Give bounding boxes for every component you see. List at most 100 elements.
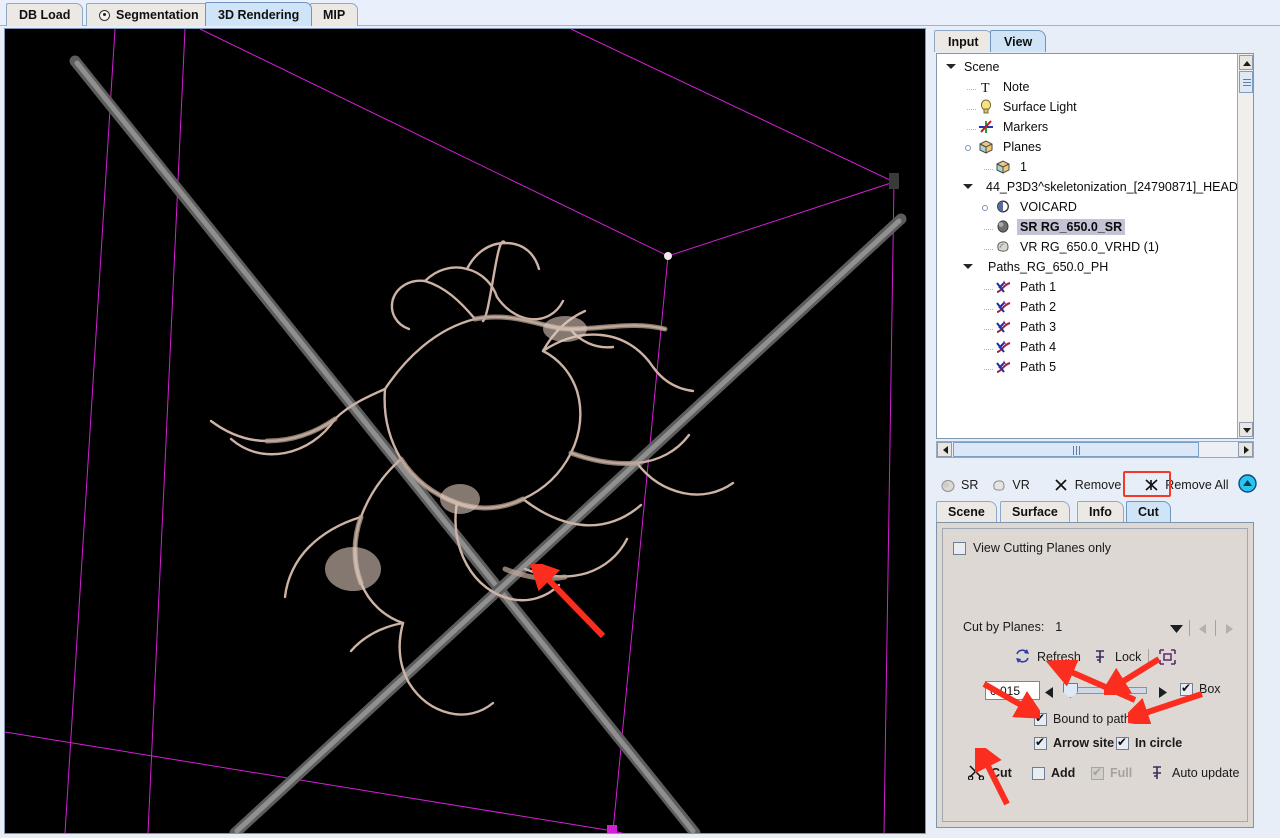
refresh-label: Refresh — [1037, 649, 1081, 664]
bound-to-path-checkbox[interactable]: Bound to path — [1034, 710, 1131, 726]
tree-item[interactable]: Path 1 — [937, 277, 1237, 297]
vr-label: VR — [1012, 478, 1030, 492]
tree-item[interactable]: SR RG_650.0_SR — [937, 217, 1237, 237]
auto-update-button[interactable]: Auto update — [1150, 765, 1239, 780]
tree-item[interactable]: Markers — [937, 117, 1237, 137]
checkbox-box — [953, 541, 966, 555]
tree-item-label: 44_P3D3^skeletonization_[24790871]_HEAD_… — [986, 180, 1237, 194]
path-icon — [995, 299, 1012, 315]
cut-button[interactable]: Cut — [967, 765, 1012, 781]
tab-label: Input — [948, 34, 979, 49]
path-icon — [995, 339, 1012, 355]
tree-line — [979, 219, 993, 235]
tab-info[interactable]: Info — [1077, 501, 1124, 522]
tree-horizontal-scrollbar[interactable] — [936, 441, 1254, 458]
tree-handle-icon[interactable] — [962, 139, 973, 155]
object-action-toolbar: SR VR Remove Remove All — [936, 472, 1257, 498]
checkbox-box — [1116, 734, 1129, 750]
corner-marker — [889, 173, 899, 189]
tree-item[interactable]: VR RG_650.0_VRHD (1) — [937, 237, 1237, 257]
pin-lock-icon — [1093, 649, 1109, 664]
cut-panel-inner: View Cutting Planes only Cut by Planes: … — [942, 528, 1248, 822]
tab-3d-rendering[interactable]: 3D Rendering — [205, 2, 313, 26]
tab-segmentation[interactable]: Segmentation — [86, 3, 212, 26]
tree-item[interactable]: 1 — [937, 157, 1237, 177]
volume-icon — [995, 239, 1012, 255]
triangle-right-icon — [1244, 446, 1249, 454]
cut-by-planes-value[interactable]: 1 — [1055, 620, 1062, 634]
tree-line — [979, 279, 993, 295]
expander-triangle-icon[interactable] — [962, 259, 973, 275]
checkbox-box — [1091, 764, 1104, 780]
expander-triangle-icon[interactable] — [945, 59, 956, 75]
tree-item[interactable]: Scene — [937, 57, 1237, 77]
tree-handle-icon[interactable] — [979, 199, 990, 215]
tab-scene[interactable]: Scene — [936, 501, 997, 522]
tree-item[interactable]: Path 5 — [937, 357, 1237, 377]
cube-icon — [995, 159, 1012, 175]
scroll-left-button[interactable] — [937, 442, 952, 457]
tab-mip[interactable]: MIP — [310, 3, 359, 26]
tab-surface[interactable]: Surface — [1000, 501, 1070, 522]
prev-plane-button[interactable] — [1199, 624, 1207, 634]
tab-cut[interactable]: Cut — [1126, 501, 1171, 522]
scroll-down-button[interactable] — [1239, 422, 1253, 437]
tree-item-label: Path 2 — [1020, 300, 1057, 314]
tree-item[interactable]: VOICARD — [937, 197, 1237, 217]
fit-selection-button[interactable] — [1159, 649, 1176, 665]
3d-scene[interactable] — [5, 29, 925, 833]
thickness-input[interactable]: 0.015 — [985, 681, 1040, 700]
tree-vertical-scrollbar[interactable] — [1237, 54, 1253, 438]
tree-item[interactable]: Planes — [937, 137, 1237, 157]
remove-all-button[interactable]: Remove All — [1140, 476, 1232, 495]
refresh-button[interactable]: Refresh — [1015, 649, 1081, 664]
tree-line — [979, 159, 993, 175]
next-plane-button[interactable] — [1225, 624, 1233, 634]
tab-input[interactable]: Input — [934, 30, 993, 52]
box-checkbox[interactable]: Box — [1180, 680, 1221, 696]
scene-tree[interactable]: Scene T Note Surface Light Markers Planes 1 44_… — [936, 53, 1254, 439]
tab-label: DB Load — [19, 8, 71, 22]
slider-thumb[interactable] — [1063, 683, 1078, 698]
plane-handle-bottom — [607, 825, 617, 833]
cut-by-planes-label: Cut by Planes: — [963, 620, 1045, 634]
tab-view[interactable]: View — [990, 30, 1047, 52]
tree-item-label: 1 — [1020, 160, 1027, 174]
triangle-down-icon — [1243, 428, 1251, 433]
scroll-thumb-horizontal[interactable] — [953, 442, 1199, 457]
tree-item[interactable]: Path 2 — [937, 297, 1237, 317]
tree-item[interactable]: Surface Light — [937, 97, 1237, 117]
close-all-x-icon — [1144, 478, 1160, 493]
slider-decrement-button[interactable] — [1045, 685, 1054, 698]
markers-icon — [978, 119, 995, 135]
tree-item[interactable]: T Note — [937, 77, 1237, 97]
tab-db-load[interactable]: DB Load — [6, 3, 84, 26]
scroll-thumb[interactable] — [1239, 71, 1253, 93]
add-checkbox[interactable]: Add — [1032, 766, 1075, 780]
tree-item[interactable]: Path 3 — [937, 317, 1237, 337]
slider-increment-button[interactable] — [1158, 685, 1167, 698]
thickness-slider[interactable] — [1045, 681, 1167, 700]
tree-item[interactable]: 44_P3D3^skeletonization_[24790871]_HEAD_… — [937, 177, 1237, 197]
sr-button[interactable]: SR — [936, 476, 982, 495]
scroll-right-button[interactable] — [1238, 442, 1253, 457]
3d-render-viewport[interactable] — [4, 28, 926, 834]
view-cutting-planes-only-checkbox[interactable]: View Cutting Planes only — [953, 541, 1111, 555]
tab-label: Segmentation — [116, 8, 199, 22]
expander-triangle-icon[interactable] — [962, 179, 973, 195]
remove-button[interactable]: Remove — [1050, 476, 1126, 495]
lock-button[interactable]: Lock — [1093, 649, 1141, 664]
tree-item[interactable]: Paths_RG_650.0_PH — [937, 257, 1237, 277]
arrow-site-checkbox[interactable]: Arrow site — [1034, 734, 1114, 750]
scroll-up-button[interactable] — [1239, 55, 1253, 70]
tree-item[interactable]: Path 4 — [937, 337, 1237, 357]
main-tab-bar: DB Load Segmentation 3D Rendering MIP — [0, 0, 1280, 26]
sr-label: SR — [961, 478, 979, 492]
chevron-down-icon[interactable] — [1170, 625, 1183, 634]
tree-line — [962, 119, 976, 135]
vr-button[interactable]: VR — [987, 476, 1033, 495]
slider-track — [1067, 687, 1147, 694]
divider — [1148, 649, 1149, 665]
collapse-panel-button[interactable] — [1237, 474, 1257, 496]
in-circle-checkbox[interactable]: In circle — [1116, 734, 1182, 750]
